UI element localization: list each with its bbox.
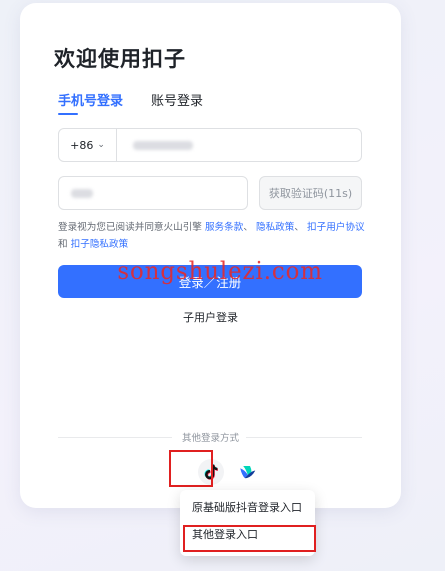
user-agreement-link[interactable]: 扣子用户协议 <box>307 222 365 233</box>
tab-account-login[interactable]: 账号登录 <box>151 90 203 109</box>
login-card: 欢迎使用扣子 手机号登录 账号登录 +86 ⌄ 获取验证码(11s) 登录视为您… <box>20 3 401 508</box>
privacy-link[interactable]: 隐私政策 <box>256 222 294 233</box>
terms-link[interactable]: 服务条款 <box>205 222 243 233</box>
phone-input-row: +86 ⌄ <box>58 128 362 162</box>
tab-phone-login[interactable]: 手机号登录 <box>58 90 123 109</box>
country-code-select[interactable]: +86 ⌄ <box>59 129 117 161</box>
blurred-code <box>71 188 93 198</box>
coze-privacy-link[interactable]: 扣子隐私政策 <box>71 239 129 250</box>
active-tab-indicator <box>58 113 78 115</box>
chevron-down-icon: ⌄ <box>97 140 105 150</box>
agreement-text: 登录视为您已阅读并同意火山引擎 服务条款、 隐私政策、 扣子用户协议 和 扣子隐… <box>58 222 365 250</box>
page-title: 欢迎使用扣子 <box>54 47 186 71</box>
feishu-login-icon[interactable] <box>234 459 260 485</box>
highlight-box-douyin <box>169 450 213 487</box>
get-code-button[interactable]: 获取验证码(11s) <box>259 176 362 210</box>
login-register-button[interactable]: 登录／注册 <box>58 265 362 298</box>
verification-code-input[interactable] <box>58 176 248 210</box>
blurred-phone-number <box>133 140 193 150</box>
divider-right <box>246 437 362 438</box>
dropdown-item-douyin-basic[interactable]: 原基础版抖音登录入口 <box>192 499 302 515</box>
highlight-box-other-login <box>183 525 316 552</box>
sub-user-login-link[interactable]: 子用户登录 <box>20 309 401 325</box>
phone-input[interactable] <box>117 129 361 161</box>
country-code-label: +86 <box>70 138 94 152</box>
